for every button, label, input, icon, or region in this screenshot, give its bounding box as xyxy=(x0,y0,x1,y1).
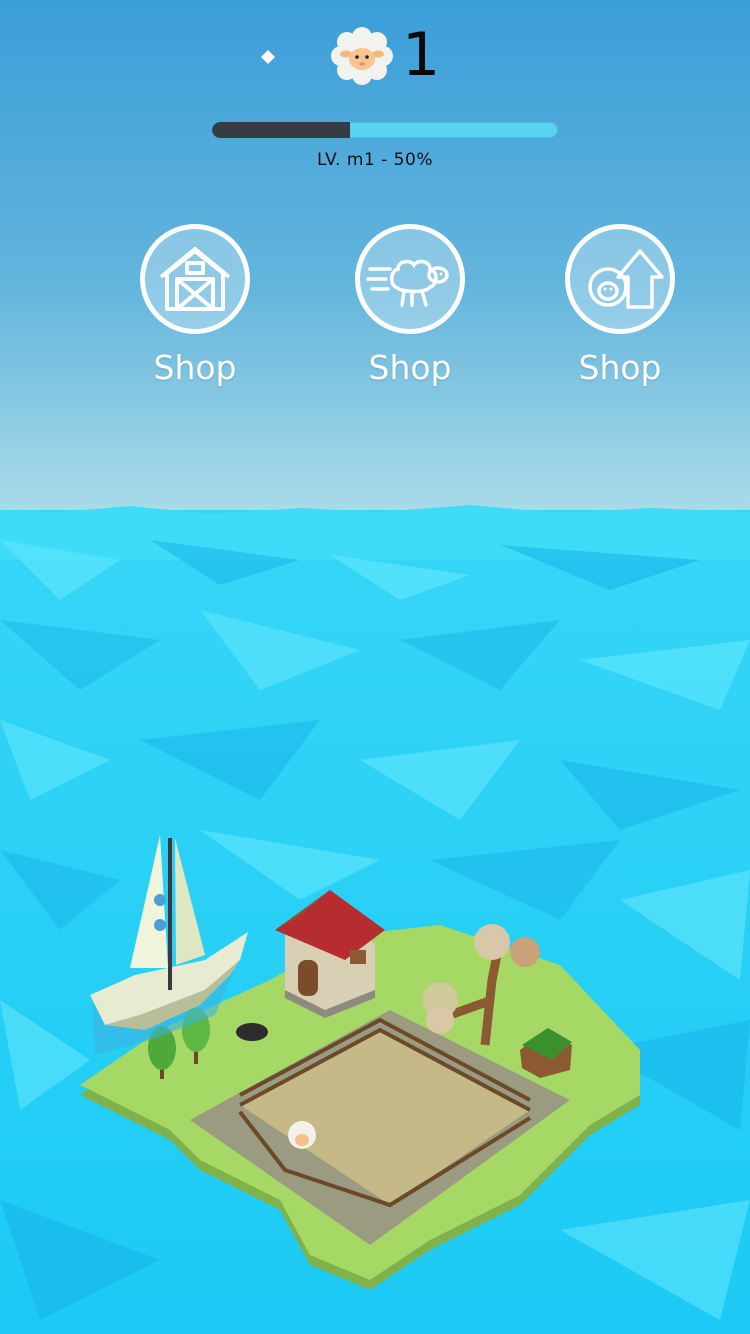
shop-label: Shop xyxy=(368,348,452,387)
upgrade-shop-circle[interactable] xyxy=(565,224,675,334)
barn-shop-circle[interactable] xyxy=(140,224,250,334)
sheep-upgrade-icon xyxy=(588,249,664,309)
sheep-count: 1 xyxy=(402,20,441,90)
speed-shop-circle[interactable] xyxy=(355,224,465,334)
sheep[interactable] xyxy=(288,1121,316,1149)
sheep-counter-icon xyxy=(331,27,393,85)
hud: 1 LV. m1 - 50% Shop Shop Shop xyxy=(0,0,750,520)
barn-shop-button[interactable]: Shop xyxy=(115,224,275,387)
campfire xyxy=(236,1023,268,1041)
shop-label: Shop xyxy=(153,348,237,387)
level-label: LV. m1 - 50% xyxy=(317,150,433,170)
level-progress-fill xyxy=(212,122,351,138)
speed-shop-button[interactable]: Shop xyxy=(330,224,490,387)
level-progress-bar xyxy=(212,122,558,138)
sparkle-icon xyxy=(261,50,275,64)
shop-label: Shop xyxy=(578,348,662,387)
upgrade-shop-button[interactable]: Shop xyxy=(540,224,700,387)
barn-icon xyxy=(159,247,231,311)
running-sheep-icon xyxy=(366,259,449,307)
